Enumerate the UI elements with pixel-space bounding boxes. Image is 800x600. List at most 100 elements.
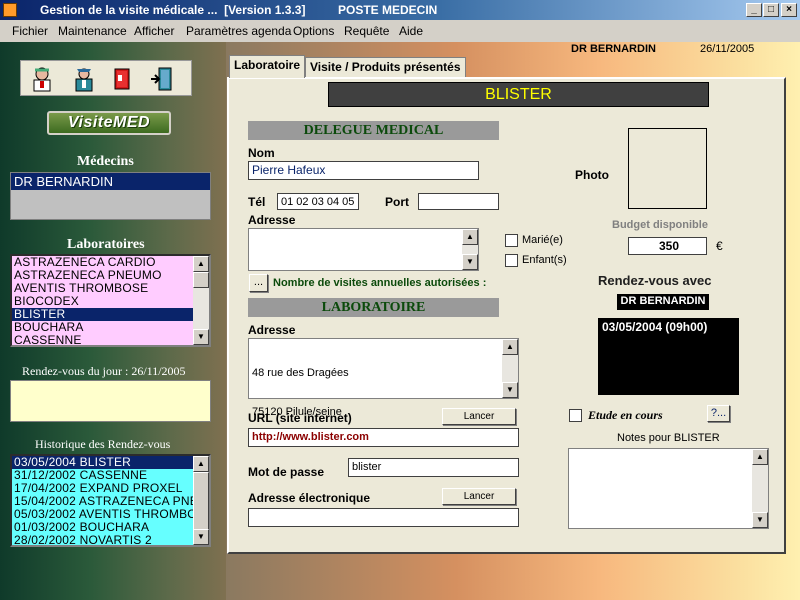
adresse-line-1: 48 rue des Dragées (252, 367, 349, 379)
menu-options[interactable]: Options (293, 24, 334, 38)
current-user: DR BERNARDIN (571, 43, 656, 55)
laboratoire-item[interactable]: CASSENNE (12, 334, 209, 345)
scroll-thumb[interactable] (193, 472, 209, 532)
nom-field[interactable]: Pierre Hafeux (248, 161, 479, 180)
url-label: URL (site internet) (248, 411, 352, 425)
email-field[interactable] (248, 508, 519, 527)
adresse-lab-label: Adresse (248, 323, 296, 337)
laboratoire-item[interactable]: BIOCODEX (12, 295, 209, 308)
url-field[interactable]: http://www.blister.com (248, 428, 519, 447)
tel-field[interactable]: 01 02 03 04 05 (277, 193, 359, 210)
laboratoire-item[interactable]: AVENTIS THROMBOSE (12, 282, 209, 295)
rdv-list[interactable]: 03/05/2004 (09h00) (598, 318, 739, 395)
book-icon[interactable] (109, 66, 135, 92)
menu-aide[interactable]: Aide (399, 24, 423, 38)
tab-visite-produits[interactable]: Visite / Produits présentés (305, 57, 466, 77)
notes-scrollbar[interactable]: ▲ ▼ (752, 449, 768, 528)
photo-label: Photo (575, 168, 609, 182)
adresse-delegue-label: Adresse (248, 213, 296, 227)
delegue-header: DELEGUE MEDICAL (248, 121, 499, 140)
maximize-button[interactable]: □ (763, 3, 779, 17)
rdv-jour-title: Rendez-vous du jour : 26/11/2005 (22, 364, 186, 378)
help-button[interactable]: ?... (707, 405, 730, 422)
marie-label: Marié(e) (522, 234, 563, 246)
menu-maintenance[interactable]: Maintenance (58, 24, 127, 38)
rdv-jour-list[interactable] (10, 380, 211, 422)
menu-parametres-agenda[interactable]: Paramètres agenda (186, 24, 291, 38)
mdp-field[interactable]: blister (348, 458, 519, 477)
title-bar: Gestion de la visite médicale ... [Versi… (0, 0, 800, 20)
scroll-up-icon[interactable]: ▲ (462, 229, 478, 245)
budget-label: Budget disponible (612, 219, 708, 231)
scroll-down-icon[interactable]: ▼ (193, 529, 209, 545)
enfants-checkbox[interactable] (505, 254, 518, 267)
menu-requete[interactable]: Requête (344, 24, 389, 38)
menu-fichier[interactable]: Fichier (12, 24, 48, 38)
laboratoires-title: Laboratoires (67, 237, 145, 252)
etude-checkbox[interactable] (569, 409, 582, 422)
visitemed-logo: VisiteMED (47, 111, 171, 135)
medecins-list[interactable]: DR BERNARDIN (10, 172, 211, 220)
scroll-up-icon[interactable]: ▲ (193, 456, 209, 472)
scroll-up-icon[interactable]: ▲ (193, 256, 209, 272)
adresse-delegue-field[interactable]: ▲ ▼ (248, 228, 479, 271)
historique-item[interactable]: 01/03/2002 BOUCHARA (12, 521, 209, 534)
exit-icon[interactable] (149, 66, 175, 92)
adresse-lab-scrollbar[interactable]: ▲ ▼ (502, 339, 518, 398)
historique-item[interactable]: 17/04/2002 EXPAND PROXEL (12, 482, 209, 495)
menu-afficher[interactable]: Afficher (134, 24, 174, 38)
rdv-entry[interactable]: 03/05/2004 (09h00) (602, 320, 735, 334)
scroll-thumb[interactable] (193, 272, 209, 288)
adresse-delegue-scrollbar[interactable]: ▲ ▼ (462, 229, 478, 270)
historique-item[interactable]: 28/02/2002 NOVARTIS 2 (12, 534, 209, 545)
historique-scrollbar[interactable]: ▲ ▼ (193, 456, 209, 545)
delegate-icon[interactable] (71, 66, 97, 92)
email-label: Adresse électronique (248, 491, 371, 505)
historique-item[interactable]: 05/03/2002 AVENTIS THROMBOSE (12, 508, 209, 521)
window-title: Gestion de la visite médicale ... [Versi… (40, 3, 306, 17)
historique-item[interactable]: 31/12/2002 CASSENNE (12, 469, 209, 482)
medecins-title: Médecins (77, 154, 134, 169)
historique-list[interactable]: 03/05/2004 BLISTER 31/12/2002 CASSENNE 17/… (10, 454, 211, 547)
menu-bar: Fichier Maintenance Afficher Paramètres … (0, 20, 800, 42)
doctor-icon[interactable] (29, 66, 55, 92)
lancer-url-button[interactable]: Lancer (442, 408, 516, 425)
medecin-selected[interactable]: DR BERNARDIN (11, 173, 210, 190)
laboratoire-header: LABORATOIRE (248, 298, 499, 317)
tel-label: Tél (248, 195, 266, 209)
more-button[interactable]: ... (249, 274, 268, 292)
etude-label: Etude en cours (588, 408, 663, 422)
laboratoire-item[interactable]: ASTRAZENECA CARDIO (12, 256, 209, 269)
mdp-label: Mot de passe (248, 465, 325, 479)
currency-label: € (716, 239, 723, 253)
adresse-lab-field[interactable]: 48 rue des Dragées 75120 Pilule/seine ▲ … (248, 338, 519, 418)
scroll-up-icon[interactable]: ▲ (502, 339, 518, 355)
laboratoire-item[interactable]: BLISTER (12, 308, 209, 321)
budget-field[interactable]: 350 (628, 237, 707, 255)
minimize-button[interactable]: _ (746, 3, 762, 17)
laboratoire-item[interactable]: ASTRAZENECA PNEUMO (12, 269, 209, 282)
marie-checkbox[interactable] (505, 234, 518, 247)
notes-label: Notes pour BLISTER (617, 432, 720, 444)
scroll-down-icon[interactable]: ▼ (752, 512, 768, 528)
port-field[interactable] (418, 193, 499, 210)
laboratoires-scrollbar[interactable]: ▲ ▼ (193, 256, 209, 345)
tab-laboratoire[interactable]: Laboratoire (229, 55, 306, 78)
notes-field[interactable]: ▲ ▼ (568, 448, 769, 529)
scroll-down-icon[interactable]: ▼ (193, 329, 209, 345)
scroll-up-icon[interactable]: ▲ (752, 449, 768, 465)
close-button[interactable]: × (781, 3, 797, 17)
lancer-email-button[interactable]: Lancer (442, 488, 516, 505)
photo-box[interactable] (628, 128, 707, 209)
app-icon (3, 3, 17, 17)
historique-item[interactable]: 03/05/2004 BLISTER (12, 456, 209, 469)
historique-item[interactable]: 15/04/2002 ASTRAZENECA PNEUMO (12, 495, 209, 508)
historique-title: Historique des Rendez-vous (35, 437, 171, 451)
scroll-down-icon[interactable]: ▼ (502, 382, 518, 398)
scroll-down-icon[interactable]: ▼ (462, 254, 478, 270)
laboratoire-item[interactable]: BOUCHARA (12, 321, 209, 334)
toolbar (20, 60, 192, 96)
poste-label: POSTE MEDECIN (338, 3, 438, 17)
laboratoires-list[interactable]: ASTRAZENECA CARDIO ASTRAZENECA PNEUMO AVEN… (10, 254, 211, 347)
visites-label: Nombre de visites annuelles autorisées : (273, 277, 487, 289)
